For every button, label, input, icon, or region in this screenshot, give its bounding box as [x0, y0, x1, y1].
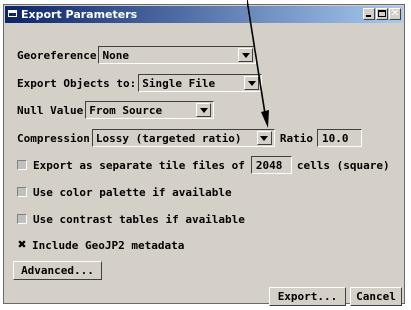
chevron-down-icon[interactable]	[238, 48, 254, 62]
window-menu-icon[interactable]	[8, 10, 17, 17]
cancel-button[interactable]: Cancel	[350, 287, 402, 306]
color-palette-row: Use color palette if available	[17, 182, 232, 202]
compression-label: Compression	[17, 131, 90, 145]
contrast-tables-label: Use contrast tables if available	[33, 212, 245, 226]
advanced-button[interactable]: Advanced...	[13, 261, 102, 280]
tile-size-input[interactable]: 2048	[250, 156, 292, 174]
compression-dropdown[interactable]: Lossy (targeted ratio)	[91, 129, 275, 147]
null-value-dropdown[interactable]: From Source	[85, 101, 215, 119]
tiles-checkbox[interactable]	[17, 160, 27, 170]
geojp2-label: Include GeoJP2 metadata	[32, 238, 185, 252]
compression-row: Compression Lossy (targeted ratio) Ratio…	[17, 128, 362, 148]
georeference-label: Georeference	[17, 48, 97, 62]
export-objects-value: Single File	[142, 76, 216, 90]
color-palette-checkbox[interactable]	[17, 187, 27, 197]
georeference-dropdown[interactable]: None	[98, 46, 257, 64]
null-value-label: Null Value	[17, 103, 84, 117]
contrast-tables-row: Use contrast tables if available	[17, 209, 245, 229]
chevron-down-icon[interactable]	[256, 131, 272, 145]
export-button[interactable]: Export...	[269, 287, 346, 306]
tiles-label: Export as separate tile files of	[33, 158, 245, 172]
compression-value: Lossy (targeted ratio)	[95, 131, 242, 145]
window-title: Export Parameters	[21, 8, 138, 21]
export-parameters-dialog: Export Parameters ✕ Georeference None Ex…	[3, 4, 405, 306]
export-objects-row: Export Objects to: Single File	[17, 73, 263, 93]
ratio-label: Ratio	[279, 131, 313, 145]
ratio-input[interactable]: 10.0	[316, 129, 362, 147]
geojp2-checkbox[interactable]: ✖	[17, 239, 27, 250]
tiles-row: Export as separate tile files of 2048 ce…	[17, 155, 390, 175]
minimize-button[interactable]	[363, 8, 375, 20]
contrast-tables-checkbox[interactable]	[17, 214, 27, 224]
export-objects-dropdown[interactable]: Single File	[138, 74, 263, 92]
null-value-value: From Source	[89, 103, 163, 117]
georeference-value: None	[102, 48, 129, 62]
tiles-label-after: cells (square)	[296, 158, 390, 172]
null-value-row: Null Value From Source	[17, 100, 215, 120]
title-bar[interactable]: Export Parameters ✕	[5, 6, 403, 23]
chevron-down-icon[interactable]	[244, 76, 260, 90]
export-objects-label: Export Objects to:	[17, 76, 137, 90]
georeference-row: Georeference None	[17, 45, 257, 65]
color-palette-label: Use color palette if available	[33, 185, 232, 199]
maximize-button[interactable]	[376, 8, 388, 20]
chevron-down-icon[interactable]	[196, 103, 212, 117]
close-button[interactable]: ✕	[389, 8, 401, 20]
geojp2-row: ✖ Include GeoJP2 metadata	[17, 235, 184, 255]
